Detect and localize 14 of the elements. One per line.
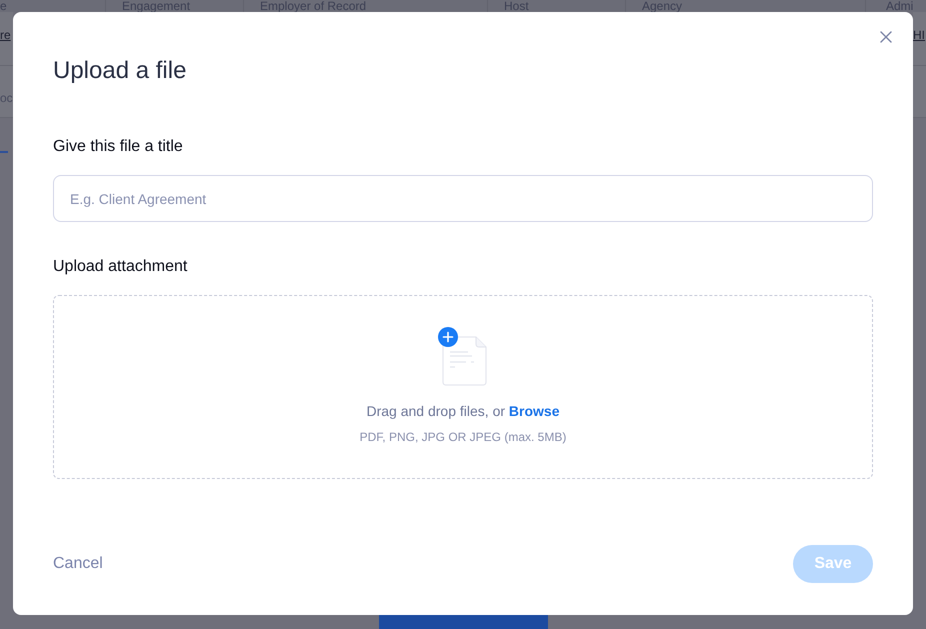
file-add-icon (438, 327, 488, 387)
browse-link[interactable]: Browse (508, 403, 560, 419)
dialog-title: Upload a file (53, 56, 186, 85)
field-label: Upload attachment (53, 257, 188, 277)
drop-instructions: Drag and drop files, or Browse (366, 402, 560, 421)
close-icon (880, 31, 892, 43)
field-label: Give this file a title (53, 137, 184, 157)
file-types-hint: PDF, PNG, JPG OR JPEG (max. 5MB) (360, 429, 566, 445)
upload-dropzone[interactable]: Drag and drop files, or Browse PDF, PNG, JPG OR JPEG (max. 5MB) (53, 295, 873, 479)
cancel-button[interactable]: Cancel (53, 554, 103, 574)
table-link[interactable]: HI (913, 28, 925, 42)
table-link[interactable]: re (0, 28, 11, 42)
title-input[interactable]: E.g. Client Agreement (53, 175, 873, 222)
tab-indicator (0, 151, 8, 153)
